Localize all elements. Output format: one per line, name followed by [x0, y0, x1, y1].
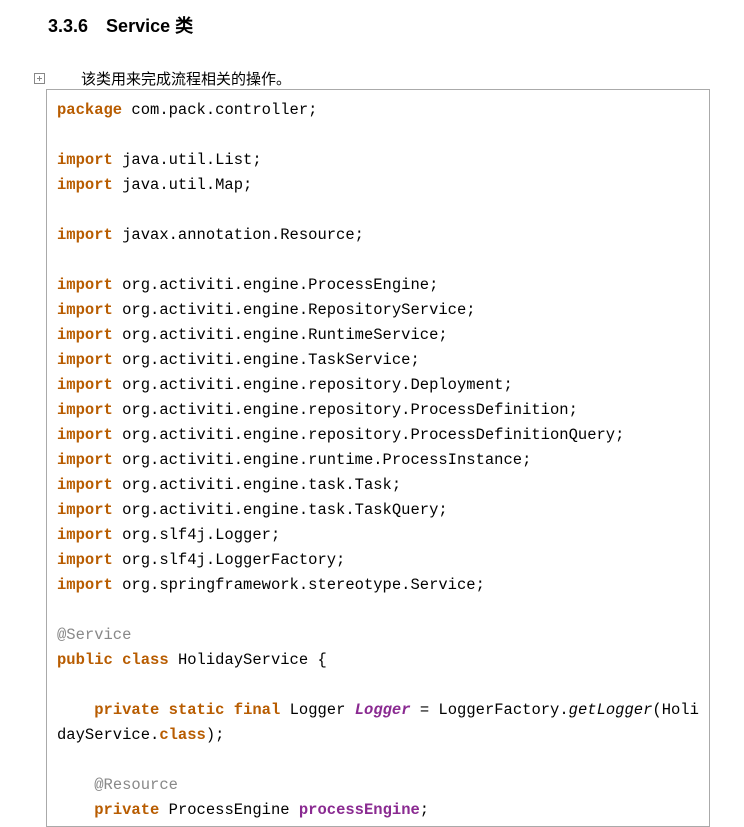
keyword-class-ref: class	[159, 726, 206, 744]
class-name: HolidayService {	[169, 651, 327, 669]
keyword-import: import	[57, 276, 113, 294]
keyword-import: import	[57, 476, 113, 494]
keyword-static: static	[169, 701, 225, 719]
section-description: 该类用来完成流程相关的操作。	[81, 68, 291, 89]
semicolon: ;	[420, 801, 429, 819]
expand-plus-icon[interactable]	[34, 73, 45, 84]
equals-text: = LoggerFactory.	[411, 701, 569, 719]
keyword-import: import	[57, 151, 113, 169]
keyword-class: class	[122, 651, 169, 669]
section-number: 3.3.6	[48, 16, 88, 36]
keyword-import: import	[57, 526, 113, 544]
process-engine-field: processEngine	[299, 801, 420, 819]
logger-field: Logger	[355, 701, 411, 719]
indent	[57, 801, 94, 819]
keyword-public: public	[57, 651, 113, 669]
import-text: org.activiti.engine.RepositoryService;	[113, 301, 476, 319]
keyword-import: import	[57, 401, 113, 419]
import-text: org.springframework.stereotype.Service;	[113, 576, 485, 594]
import-text: org.slf4j.LoggerFactory;	[113, 551, 346, 569]
logger-end: );	[206, 726, 225, 744]
import-text: javax.annotation.Resource;	[113, 226, 364, 244]
import-text: java.util.Map;	[113, 176, 253, 194]
section-heading: 3.3.6 Service 类	[0, 0, 744, 38]
keyword-import: import	[57, 576, 113, 594]
keyword-import: import	[57, 501, 113, 519]
section-title: Service 类	[106, 16, 193, 36]
import-text: java.util.List;	[113, 151, 262, 169]
keyword-final: final	[234, 701, 281, 719]
code-block: package com.pack.controller; import java…	[46, 89, 710, 827]
keyword-import: import	[57, 551, 113, 569]
keyword-import: import	[57, 326, 113, 344]
indent	[57, 776, 94, 794]
import-text: org.activiti.engine.repository.ProcessDe…	[113, 426, 625, 444]
keyword-private: private	[94, 701, 159, 719]
import-text: org.slf4j.Logger;	[113, 526, 280, 544]
pe-type: ProcessEngine	[159, 801, 299, 819]
keyword-package: package	[57, 101, 122, 119]
import-text: org.activiti.engine.TaskService;	[113, 351, 420, 369]
import-text: org.activiti.engine.runtime.ProcessInsta…	[113, 451, 532, 469]
keyword-import: import	[57, 451, 113, 469]
keyword-import: import	[57, 376, 113, 394]
import-text: org.activiti.engine.ProcessEngine;	[113, 276, 439, 294]
indent	[57, 701, 94, 719]
keyword-import: import	[57, 426, 113, 444]
import-text: org.activiti.engine.task.Task;	[113, 476, 401, 494]
annotation-resource: @Resource	[94, 776, 178, 794]
keyword-import: import	[57, 351, 113, 369]
import-text: org.activiti.engine.repository.ProcessDe…	[113, 401, 578, 419]
import-text: org.activiti.engine.task.TaskQuery;	[113, 501, 448, 519]
keyword-import: import	[57, 301, 113, 319]
getlogger-method: getLogger	[569, 701, 653, 719]
keyword-private: private	[94, 801, 159, 819]
keyword-import: import	[57, 176, 113, 194]
logger-type: Logger	[280, 701, 354, 719]
import-text: org.activiti.engine.repository.Deploymen…	[113, 376, 513, 394]
keyword-import: import	[57, 226, 113, 244]
import-text: org.activiti.engine.RuntimeService;	[113, 326, 448, 344]
package-name: com.pack.controller;	[122, 101, 317, 119]
description-row: 该类用来完成流程相关的操作。	[0, 68, 744, 89]
annotation-service: @Service	[57, 626, 131, 644]
